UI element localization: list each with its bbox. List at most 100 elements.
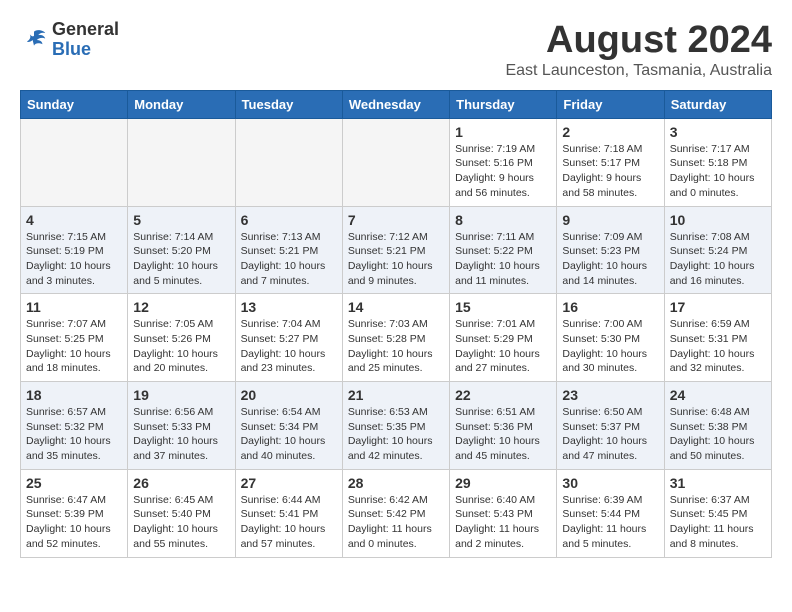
table-cell: 21Sunrise: 6:53 AMSunset: 5:35 PMDayligh… bbox=[342, 382, 449, 470]
table-cell: 11 Sunrise: 7:07 AMSunset: 5:25 PMDayligh… bbox=[21, 294, 128, 382]
day-number: 10 bbox=[670, 212, 766, 228]
day-info: Sunrise: 7:15 AMSunset: 5:19 PMDaylight:… bbox=[26, 230, 122, 289]
table-cell: 17 Sunrise: 6:59 AMSunset: 5:31 PMDayligh… bbox=[664, 294, 771, 382]
day-info: Sunrise: 7:13 AMSunset: 5:21 PMDaylight:… bbox=[241, 230, 337, 289]
day-number: 9 bbox=[562, 212, 658, 228]
day-number: 12 bbox=[133, 299, 229, 315]
day-number: 11 bbox=[26, 299, 122, 315]
logo-text: General Blue bbox=[52, 20, 119, 60]
header-row: Sunday Monday Tuesday Wednesday Thursday… bbox=[21, 90, 772, 118]
day-number: 31 bbox=[670, 475, 766, 491]
day-number: 8 bbox=[455, 212, 551, 228]
table-cell: 9 Sunrise: 7:09 AMSunset: 5:23 PMDaylight… bbox=[557, 206, 664, 294]
day-number: 23 bbox=[562, 387, 658, 403]
calendar-header: Sunday Monday Tuesday Wednesday Thursday… bbox=[21, 90, 772, 118]
table-cell: 12 Sunrise: 7:05 AMSunset: 5:26 PMDayligh… bbox=[128, 294, 235, 382]
table-cell bbox=[21, 118, 128, 206]
day-number: 29 bbox=[455, 475, 551, 491]
table-cell: 30 Sunrise: 6:39 AMSunset: 5:44 PMDayligh… bbox=[557, 469, 664, 557]
day-number: 19 bbox=[133, 387, 229, 403]
day-number: 14 bbox=[348, 299, 444, 315]
table-cell: 3 Sunrise: 7:17 AMSunset: 5:18 PMDaylight… bbox=[664, 118, 771, 206]
table-cell bbox=[235, 118, 342, 206]
day-number: 21 bbox=[348, 387, 444, 403]
col-tuesday: Tuesday bbox=[235, 90, 342, 118]
day-info: Sunrise: 7:08 AMSunset: 5:24 PMDaylight:… bbox=[670, 230, 766, 289]
calendar-title: August 2024 bbox=[505, 20, 772, 62]
table-cell: 15 Sunrise: 7:01 AMSunset: 5:29 PMDayligh… bbox=[450, 294, 557, 382]
day-info: Sunrise: 6:54 AMSunset: 5:34 PMDaylight:… bbox=[241, 405, 337, 464]
day-info: Sunrise: 7:11 AMSunset: 5:22 PMDaylight:… bbox=[455, 230, 551, 289]
day-number: 15 bbox=[455, 299, 551, 315]
day-number: 5 bbox=[133, 212, 229, 228]
day-info: Sunrise: 6:37 AMSunset: 5:45 PMDaylight:… bbox=[670, 493, 766, 552]
day-number: 1 bbox=[455, 124, 551, 140]
table-cell: 27 Sunrise: 6:44 AMSunset: 5:41 PMDayligh… bbox=[235, 469, 342, 557]
day-number: 22 bbox=[455, 387, 551, 403]
table-cell: 18 Sunrise: 6:57 AMSunset: 5:32 PMDayligh… bbox=[21, 382, 128, 470]
day-info: Sunrise: 6:50 AMSunset: 5:37 PMDaylight:… bbox=[562, 405, 658, 464]
col-thursday: Thursday bbox=[450, 90, 557, 118]
week-row-3: 11 Sunrise: 7:07 AMSunset: 5:25 PMDayligh… bbox=[21, 294, 772, 382]
day-info: Sunrise: 6:39 AMSunset: 5:44 PMDaylight:… bbox=[562, 493, 658, 552]
table-cell: 19 Sunrise: 6:56 AMSunset: 5:33 PMDayligh… bbox=[128, 382, 235, 470]
day-info: Sunrise: 6:40 AMSunset: 5:43 PMDaylight:… bbox=[455, 493, 551, 552]
day-number: 24 bbox=[670, 387, 766, 403]
table-cell: 31 Sunrise: 6:37 AMSunset: 5:45 PMDayligh… bbox=[664, 469, 771, 557]
table-cell: 10 Sunrise: 7:08 AMSunset: 5:24 PMDayligh… bbox=[664, 206, 771, 294]
table-cell: 24 Sunrise: 6:48 AMSunset: 5:38 PMDayligh… bbox=[664, 382, 771, 470]
day-info: Sunrise: 7:12 AMSunset: 5:21 PMDaylight:… bbox=[348, 230, 444, 289]
day-number: 30 bbox=[562, 475, 658, 491]
day-info: Sunrise: 6:47 AMSunset: 5:39 PMDaylight:… bbox=[26, 493, 122, 552]
day-info: Sunrise: 7:05 AMSunset: 5:26 PMDaylight:… bbox=[133, 317, 229, 376]
day-info: Sunrise: 7:07 AMSunset: 5:25 PMDaylight:… bbox=[26, 317, 122, 376]
day-number: 4 bbox=[26, 212, 122, 228]
col-saturday: Saturday bbox=[664, 90, 771, 118]
day-number: 13 bbox=[241, 299, 337, 315]
day-info: Sunrise: 7:19 AMSunset: 5:16 PMDaylight:… bbox=[455, 142, 551, 201]
table-cell: 4 Sunrise: 7:15 AMSunset: 5:19 PMDaylight… bbox=[21, 206, 128, 294]
week-row-4: 18 Sunrise: 6:57 AMSunset: 5:32 PMDayligh… bbox=[21, 382, 772, 470]
col-wednesday: Wednesday bbox=[342, 90, 449, 118]
day-number: 25 bbox=[26, 475, 122, 491]
col-sunday: Sunday bbox=[21, 90, 128, 118]
col-monday: Monday bbox=[128, 90, 235, 118]
day-info: Sunrise: 7:01 AMSunset: 5:29 PMDaylight:… bbox=[455, 317, 551, 376]
table-cell: 20 Sunrise: 6:54 AMSunset: 5:34 PMDayligh… bbox=[235, 382, 342, 470]
logo: General Blue bbox=[20, 20, 119, 60]
day-number: 18 bbox=[26, 387, 122, 403]
logo-general: General bbox=[52, 20, 119, 40]
col-friday: Friday bbox=[557, 90, 664, 118]
calendar-table: Sunday Monday Tuesday Wednesday Thursday… bbox=[20, 90, 772, 558]
day-number: 20 bbox=[241, 387, 337, 403]
week-row-5: 25 Sunrise: 6:47 AMSunset: 5:39 PMDayligh… bbox=[21, 469, 772, 557]
title-block: August 2024 East Launceston, Tasmania, A… bbox=[505, 20, 772, 80]
day-number: 7 bbox=[348, 212, 444, 228]
day-info: Sunrise: 6:51 AMSunset: 5:36 PMDaylight:… bbox=[455, 405, 551, 464]
day-info: Sunrise: 7:00 AMSunset: 5:30 PMDaylight:… bbox=[562, 317, 658, 376]
week-row-1: 1 Sunrise: 7:19 AMSunset: 5:16 PMDaylight… bbox=[21, 118, 772, 206]
table-cell: 23 Sunrise: 6:50 AMSunset: 5:37 PMDayligh… bbox=[557, 382, 664, 470]
table-cell: 2Sunrise: 7:18 AMSunset: 5:17 PMDaylight… bbox=[557, 118, 664, 206]
day-number: 17 bbox=[670, 299, 766, 315]
table-cell: 1 Sunrise: 7:19 AMSunset: 5:16 PMDaylight… bbox=[450, 118, 557, 206]
table-cell: 22 Sunrise: 6:51 AMSunset: 5:36 PMDayligh… bbox=[450, 382, 557, 470]
day-info: Sunrise: 6:48 AMSunset: 5:38 PMDaylight:… bbox=[670, 405, 766, 464]
day-info: Sunrise: 7:18 AMSunset: 5:17 PMDaylight:… bbox=[562, 142, 658, 201]
day-info: Sunrise: 6:59 AMSunset: 5:31 PMDaylight:… bbox=[670, 317, 766, 376]
day-info: Sunrise: 7:04 AMSunset: 5:27 PMDaylight:… bbox=[241, 317, 337, 376]
day-info: Sunrise: 6:45 AMSunset: 5:40 PMDaylight:… bbox=[133, 493, 229, 552]
table-cell bbox=[128, 118, 235, 206]
day-info: Sunrise: 6:56 AMSunset: 5:33 PMDaylight:… bbox=[133, 405, 229, 464]
day-info: Sunrise: 7:09 AMSunset: 5:23 PMDaylight:… bbox=[562, 230, 658, 289]
day-info: Sunrise: 6:57 AMSunset: 5:32 PMDaylight:… bbox=[26, 405, 122, 464]
logo-bird-icon bbox=[20, 26, 48, 54]
day-info: Sunrise: 6:42 AMSunset: 5:42 PMDaylight:… bbox=[348, 493, 444, 552]
day-info: Sunrise: 7:17 AMSunset: 5:18 PMDaylight:… bbox=[670, 142, 766, 201]
calendar-body: 1 Sunrise: 7:19 AMSunset: 5:16 PMDaylight… bbox=[21, 118, 772, 557]
table-cell: 14Sunrise: 7:03 AMSunset: 5:28 PMDayligh… bbox=[342, 294, 449, 382]
day-number: 27 bbox=[241, 475, 337, 491]
day-info: Sunrise: 6:44 AMSunset: 5:41 PMDaylight:… bbox=[241, 493, 337, 552]
day-number: 3 bbox=[670, 124, 766, 140]
table-cell bbox=[342, 118, 449, 206]
